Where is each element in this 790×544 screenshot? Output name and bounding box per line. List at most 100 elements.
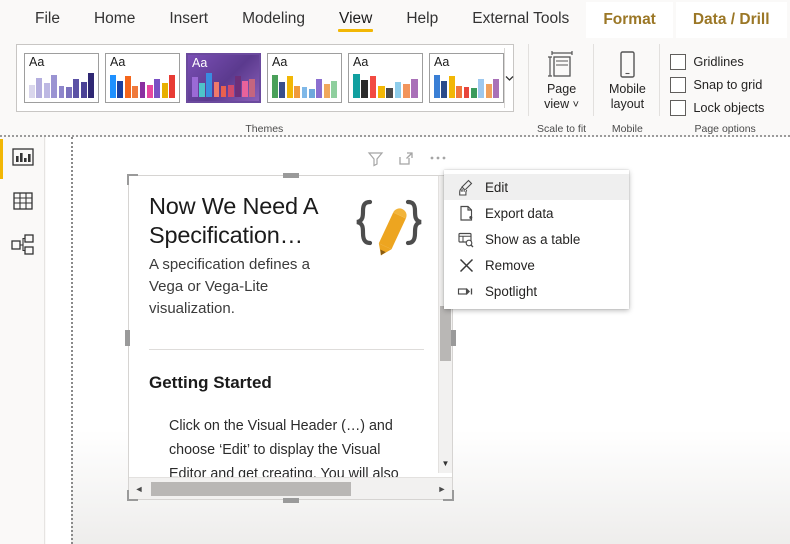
- vertical-scroll-thumb[interactable]: [440, 306, 451, 361]
- theme-preview-bars: [192, 71, 256, 97]
- scroll-down-arrow-icon[interactable]: ▼: [439, 455, 452, 471]
- report-canvas[interactable]: Now We Need A Specification… A specifica…: [46, 137, 790, 544]
- visual-horizontal-scrollbar[interactable]: ◄ ►: [129, 477, 452, 499]
- selection-handle-left[interactable]: [125, 329, 130, 346]
- theme-preview-bar: [43, 82, 50, 98]
- focus-mode-icon[interactable]: [398, 150, 415, 167]
- menu-item-show-as-table[interactable]: Show as a table: [444, 226, 629, 252]
- checkbox-box[interactable]: [670, 99, 687, 116]
- filter-icon[interactable]: [367, 150, 384, 167]
- theme-preview-bar: [361, 79, 369, 98]
- report-page[interactable]: Now We Need A Specification… A specifica…: [71, 137, 790, 544]
- ribbon-tab-format[interactable]: Format: [586, 2, 673, 38]
- visual-context-menu[interactable]: Edit Export data Show as a table Remove Spot…: [444, 170, 629, 309]
- sidebar-item-model-view[interactable]: [0, 225, 45, 269]
- selection-handle-right[interactable]: [451, 329, 456, 346]
- theme-sample-text: Aa: [192, 56, 208, 70]
- mobile-layout-button[interactable]: Mobile layout: [594, 48, 660, 112]
- ribbon-group-mobile: Mobile layout Mobile: [594, 38, 661, 136]
- theme-preview-bar: [493, 79, 500, 98]
- selection-handle-bottom-left[interactable]: [127, 490, 138, 501]
- theme-preview-bar: [169, 74, 176, 98]
- lock-objects-checkbox[interactable]: Lock objects: [670, 96, 790, 119]
- sidebar-item-report-view[interactable]: [0, 137, 45, 181]
- theme-preview-bar: [441, 80, 448, 98]
- theme-preview-bar: [249, 78, 256, 97]
- ribbon-group-label-themes: Themes: [245, 123, 284, 135]
- menu-item-label: Export data: [485, 205, 554, 221]
- theme-preview-bar: [411, 79, 418, 98]
- theme-preview-bar: [386, 87, 394, 98]
- theme-swatch-theme-default[interactable]: Aa: [24, 53, 99, 103]
- checkbox-box[interactable]: [670, 53, 687, 70]
- theme-sample-text: Aa: [353, 55, 369, 69]
- page-view-button[interactable]: Page view ˅: [529, 48, 595, 113]
- chevron-down-icon[interactable]: [504, 48, 514, 108]
- theme-preview-bar: [448, 76, 455, 98]
- ribbon-tab-external-tools[interactable]: External Tools: [455, 0, 586, 38]
- horizontal-scroll-thumb[interactable]: [151, 481, 351, 496]
- theme-preview-bar: [199, 83, 205, 97]
- ribbon-tab-file[interactable]: File: [18, 0, 77, 38]
- theme-preview-bar: [58, 86, 65, 98]
- theme-swatch-theme-frontier[interactable]: Aa: [267, 53, 342, 103]
- theme-preview-bar: [485, 84, 492, 98]
- theme-preview-bars: [353, 72, 418, 98]
- ribbon-tab-bar: File Home Insert Modeling View Help External T…: [0, 0, 790, 38]
- theme-preview-bar: [110, 75, 116, 98]
- theme-preview-bar: [88, 73, 95, 98]
- ribbon-tab-insert[interactable]: Insert: [152, 0, 225, 38]
- theme-swatch-theme-executive[interactable]: Aa: [186, 53, 261, 103]
- theme-preview-bar: [323, 83, 330, 98]
- page-view-icon: [545, 48, 579, 82]
- gridlines-checkbox[interactable]: Gridlines: [670, 50, 790, 73]
- theme-preview-bars: [29, 72, 95, 98]
- menu-item-edit[interactable]: Edit: [444, 174, 629, 200]
- theme-preview-bar: [331, 80, 338, 98]
- visual-body-text: Click on the Visual Header (…) and choos…: [169, 418, 399, 482]
- theme-preview-bar: [117, 80, 124, 98]
- ribbon-group-label-scale-to-fit: Scale to fit: [537, 123, 587, 135]
- theme-preview-bar: [192, 76, 198, 97]
- checkbox-box[interactable]: [670, 76, 687, 93]
- ribbon-tab-help[interactable]: Help: [389, 0, 455, 38]
- vega-visual[interactable]: Now We Need A Specification… A specifica…: [125, 173, 456, 503]
- theme-preview-bar: [470, 88, 477, 98]
- sidebar-item-data-view[interactable]: [0, 181, 45, 225]
- chevron-down-icon[interactable]: ˅: [573, 99, 579, 111]
- ribbon-tab-home[interactable]: Home: [77, 0, 152, 38]
- theme-preview-bar: [235, 75, 241, 97]
- theme-swatch-theme-innovate[interactable]: Aa: [348, 53, 423, 103]
- snap-to-grid-checkbox[interactable]: Snap to grid: [670, 73, 790, 96]
- theme-swatch-theme-colorful[interactable]: Aa: [105, 53, 180, 103]
- theme-preview-bar: [227, 84, 234, 97]
- theme-preview-bar: [73, 79, 80, 98]
- theme-preview-bar: [377, 85, 385, 98]
- selection-handle-top[interactable]: [282, 173, 299, 178]
- theme-preview-bar: [463, 87, 470, 98]
- selection-handle-top-left[interactable]: [127, 174, 138, 185]
- theme-preview-bar: [65, 87, 72, 98]
- ribbon-tab-data-drill[interactable]: Data / Drill: [675, 2, 787, 38]
- theme-preview-bar: [154, 78, 161, 98]
- menu-item-export-data[interactable]: Export data: [444, 200, 629, 226]
- theme-preview-bar: [394, 81, 402, 98]
- export-page-icon: [457, 204, 475, 222]
- visual-header: [128, 145, 453, 171]
- theme-swatch-theme-bloom[interactable]: Aa: [429, 53, 504, 103]
- power-bi-desktop-window: File Home Insert Modeling View Help External T…: [0, 0, 790, 544]
- themes-gallery[interactable]: Aa Aa Aa Aa Aa Aa: [16, 44, 514, 112]
- ribbon-tab-view[interactable]: View: [322, 0, 389, 38]
- theme-preview-bars: [272, 72, 338, 98]
- selection-handle-bottom[interactable]: [282, 498, 299, 503]
- checkbox-label: Snap to grid: [693, 77, 763, 92]
- menu-item-spotlight[interactable]: Spotlight: [444, 278, 629, 304]
- selection-handle-bottom-right[interactable]: [443, 490, 454, 501]
- horizontal-scroll-track[interactable]: [149, 481, 432, 496]
- more-options-icon[interactable]: [429, 155, 447, 161]
- ribbon-tab-modeling[interactable]: Modeling: [225, 0, 322, 38]
- menu-item-remove[interactable]: Remove: [444, 252, 629, 278]
- theme-preview-bar: [279, 82, 286, 98]
- theme-preview-bar: [29, 85, 35, 98]
- theme-sample-text: Aa: [272, 55, 288, 69]
